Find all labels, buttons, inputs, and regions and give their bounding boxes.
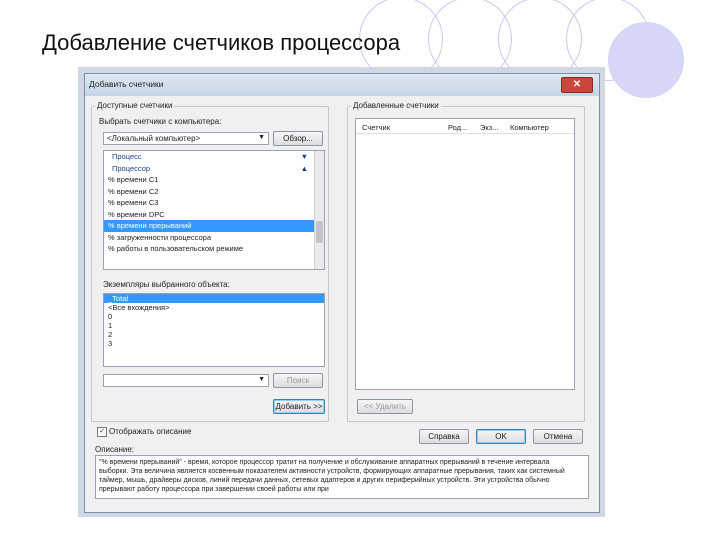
added-counters-label: Добавленные счетчики [351,101,441,110]
column-header[interactable]: Экз... [480,123,498,132]
show-description-label: Отображать описание [109,427,192,436]
help-button[interactable]: Справка [419,429,469,444]
close-icon[interactable]: ✕ [561,77,593,93]
counters-list[interactable]: Процесс ▼ Процессор ▲ % времени C1 % време… [103,150,325,270]
computer-select[interactable]: <Локальный компьютер> ▼ [103,132,269,145]
slide-title: Добавление счетчиков процессора [42,30,401,55]
list-item[interactable]: Процессор ▲ [104,163,324,175]
instances-label: Экземпляры выбранного объекта: [103,280,230,289]
search-input[interactable]: ▼ [103,374,269,387]
list-item[interactable]: % загруженности процессора [104,232,324,244]
list-item[interactable]: 2 [104,330,324,339]
search-button[interactable]: Поиск [273,373,323,388]
ok-button[interactable]: OK [476,429,526,444]
list-item[interactable]: % времени C1 [104,174,324,186]
scroll-thumb[interactable] [316,221,323,243]
counters-scrollbar[interactable] [314,151,324,269]
list-item-selected[interactable]: _Total [104,294,324,303]
chevron-down-icon: ▼ [258,376,265,383]
available-counters-label: Доступные счетчики [95,101,175,110]
list-item[interactable]: % времени DPC [104,209,324,221]
list-item-selected[interactable]: % времени прерываний [104,220,324,232]
list-item[interactable]: % времени C2 [104,186,324,198]
add-button[interactable]: Добавить >> [273,399,325,414]
computer-label: Выбрать счетчики с компьютера: [99,117,222,126]
show-description-checkbox[interactable]: ✓ [97,427,107,437]
cancel-button[interactable]: Отмена [533,429,583,444]
added-counters-table[interactable]: Счетчик Род... Экз... Компьютер [355,118,575,390]
chevron-down-icon: ▼ [258,134,265,141]
list-item[interactable]: <Все вхождения> [104,303,324,312]
instances-list[interactable]: _Total <Все вхождения> 0 1 2 3 [103,293,325,367]
list-item[interactable]: 1 [104,321,324,330]
column-header[interactable]: Род... [448,123,467,132]
list-item[interactable]: 3 [104,339,324,348]
list-item[interactable]: 0 [104,312,324,321]
decor-circle-filled [608,22,684,98]
description-text: "% времени прерываний" - время, которое … [95,455,589,499]
list-item[interactable]: Процесс ▼ [104,151,324,163]
browse-button[interactable]: Обзор... [273,131,323,146]
list-item[interactable]: % времени C3 [104,197,324,209]
computer-select-value: <Локальный компьютер> [107,134,201,143]
column-header[interactable]: Компьютер [510,123,549,132]
description-label: Описание: [95,445,135,454]
column-header[interactable]: Счетчик [362,123,390,132]
dialog-titlebar: Добавить счетчики ✕ [85,74,599,96]
list-item[interactable]: % работы в пользовательском режиме [104,243,324,255]
remove-button[interactable]: << Удалить [357,399,413,414]
dialog-title: Добавить счетчики [89,79,164,89]
add-counters-dialog: Добавить счетчики ✕ Доступные счетчики В… [84,73,600,513]
